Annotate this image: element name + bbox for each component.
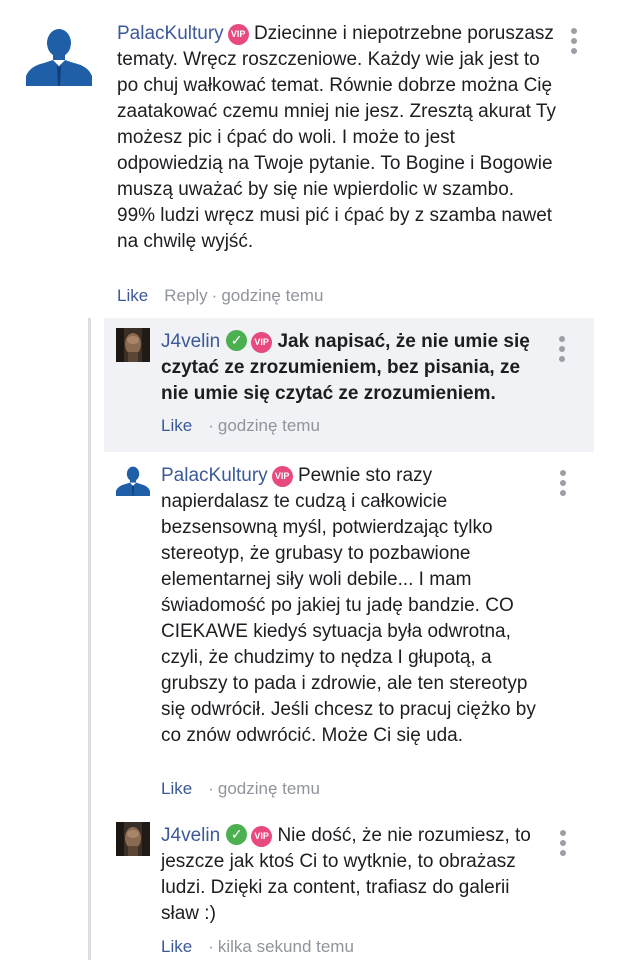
comment-thread: PalacKultury VIP Dziecinne i niepotrzebne… xyxy=(0,0,621,960)
separator: · xyxy=(211,286,218,305)
more-options-icon[interactable] xyxy=(570,28,578,56)
avatar[interactable] xyxy=(116,822,150,856)
comment-body: PalacKultury VIP Dziecinne i niepotrzebne… xyxy=(117,21,557,255)
person-silhouette-icon xyxy=(26,20,92,86)
more-options-icon[interactable] xyxy=(559,470,567,498)
profile-photo-icon xyxy=(116,822,150,856)
author-name[interactable]: PalacKultury xyxy=(161,465,268,486)
like-button[interactable]: Like xyxy=(117,286,148,305)
person-silhouette-icon xyxy=(116,462,150,496)
more-options-icon[interactable] xyxy=(559,830,567,858)
timestamp: godzinę temu xyxy=(217,416,320,435)
comment-text: Pewnie sto razy napierdalasz te cudzą i … xyxy=(161,465,536,746)
comment-body: J4velin ✓ VIP Jak napisać, że nie umie się… xyxy=(161,329,541,407)
verified-badge-icon: ✓ xyxy=(226,824,248,845)
avatar[interactable] xyxy=(116,462,150,496)
comment: PalacKultury VIP Dziecinne i niepotrzebne… xyxy=(0,0,621,320)
comment-actions: Like · godzinę temu xyxy=(161,416,320,436)
vip-badge-icon: VIP xyxy=(251,826,273,847)
comment-body: PalacKultury VIP Pewnie sto razy napierda… xyxy=(161,463,541,749)
vip-badge-icon: VIP xyxy=(251,332,273,353)
separator: · xyxy=(208,937,214,956)
separator: · xyxy=(208,779,214,798)
avatar[interactable] xyxy=(26,20,92,86)
vip-badge-icon: VIP xyxy=(227,24,249,45)
vip-badge-icon: VIP xyxy=(271,466,293,487)
reply-thread-line xyxy=(88,318,91,960)
separator: · xyxy=(208,416,214,435)
timestamp: godzinę temu xyxy=(221,286,324,305)
author-name[interactable]: J4velin xyxy=(161,331,220,352)
comment-actions: Like · kilka sekund temu xyxy=(161,937,354,957)
comment-text: Dziecinne i niepotrzebne poruszasz temat… xyxy=(117,23,556,252)
comment-body: J4velin ✓ VIP Nie dość, że nie rozumiesz, … xyxy=(161,823,541,927)
author-name[interactable]: J4velin xyxy=(161,825,220,846)
comment-actions: Like · godzinę temu xyxy=(161,779,320,799)
timestamp: godzinę temu xyxy=(217,779,320,798)
reply-comment: J4velin ✓ VIP Jak napisać, że nie umie się… xyxy=(104,318,594,452)
verified-badge-icon: ✓ xyxy=(226,330,248,351)
like-button[interactable]: Like xyxy=(161,937,192,956)
like-button[interactable]: Like xyxy=(161,416,192,435)
comment-actions: Like Reply · godzinę temu xyxy=(117,286,323,306)
avatar[interactable] xyxy=(116,328,150,362)
profile-photo-icon xyxy=(116,328,150,362)
reply-comment: J4velin ✓ VIP Nie dość, że nie rozumiesz, … xyxy=(104,812,621,960)
like-button[interactable]: Like xyxy=(161,779,192,798)
reply-button[interactable]: Reply xyxy=(164,286,207,305)
reply-comment: PalacKultury VIP Pewnie sto razy napierda… xyxy=(104,452,621,812)
more-options-icon[interactable] xyxy=(558,336,566,364)
timestamp: kilka sekund temu xyxy=(217,937,354,956)
author-name[interactable]: PalacKultury xyxy=(117,23,224,44)
